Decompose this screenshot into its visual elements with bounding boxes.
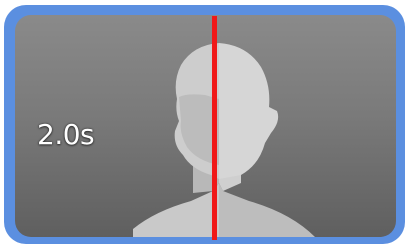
clip-selection-frame[interactable]: 2.0s [4, 5, 405, 244]
playhead-marker[interactable] [212, 16, 217, 240]
clip-duration-label: 2.0s [37, 118, 95, 151]
clip-thumbnail[interactable]: 2.0s [15, 15, 396, 237]
